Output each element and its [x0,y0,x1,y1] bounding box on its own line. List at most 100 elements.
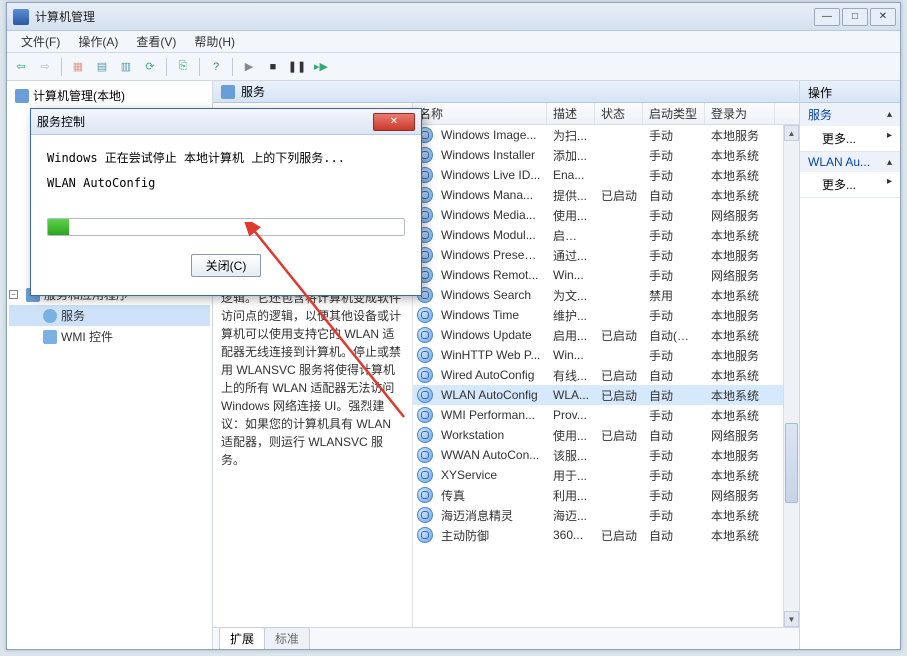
column-status[interactable]: 状态 [595,103,643,124]
minimize-button[interactable]: — [814,8,840,26]
service-name: Windows Update [435,328,547,342]
tree-node-services[interactable]: 服务 [9,305,210,326]
computer-icon [15,89,29,103]
toolbar-icon[interactable]: ▦ [68,57,88,77]
service-row[interactable]: Windows Search为文...禁用本地系统 [413,285,783,305]
menu-file[interactable]: 文件(F) [13,31,68,52]
tab-standard[interactable]: 标准 [264,627,310,649]
service-row[interactable]: Wired AutoConfig有线...已启动自动本地系统 [413,365,783,385]
service-startup: 手动 [643,487,705,504]
service-icon [417,407,433,423]
service-row[interactable]: Windows Time维护...手动本地服务 [413,305,783,325]
progress-bar [47,218,405,236]
service-row[interactable]: Windows Modul...启用 ...手动本地系统 [413,225,783,245]
toolbar-icon[interactable]: ▥ [116,57,136,77]
scroll-thumb[interactable] [785,423,798,503]
stop-icon[interactable]: ■ [263,57,283,77]
pause-icon[interactable]: ❚❚ [287,57,307,77]
service-name: Wired AutoConfig [435,368,547,382]
progress-fill [48,219,69,235]
tree-root[interactable]: 计算机管理(本地) [9,85,210,106]
service-status: 已启动 [595,427,643,444]
service-row[interactable]: WinHTTP Web P...Win...手动本地服务 [413,345,783,365]
refresh-icon[interactable]: ⟳ [140,57,160,77]
tree-node-wmi[interactable]: WMI 控件 [9,326,210,347]
actions-section-services[interactable]: 服务 ▴ [800,103,900,126]
service-login: 本地服务 [705,247,775,264]
menu-action[interactable]: 操作(A) [70,31,126,52]
toolbar-icon[interactable]: ▤ [92,57,112,77]
service-row[interactable]: Windows Live ID...Ena...手动本地系统 [413,165,783,185]
service-startup: 手动 [643,467,705,484]
dialog-close-btn[interactable]: 关闭(C) [191,254,262,277]
list-body[interactable]: Windows Image...为扫...手动本地服务Windows Insta… [413,125,783,627]
service-row[interactable]: Windows Presen...通过...手动本地服务 [413,245,783,265]
help-icon[interactable]: ? [206,57,226,77]
forward-button[interactable]: ⇨ [35,57,55,77]
menubar: 文件(F) 操作(A) 查看(V) 帮助(H) [7,31,900,53]
service-row[interactable]: 主动防御360...已启动自动本地系统 [413,525,783,545]
service-icon [417,487,433,503]
scroll-up-icon[interactable]: ▲ [784,125,799,141]
service-row[interactable]: Windows Image...为扫...手动本地服务 [413,125,783,145]
scrollbar[interactable]: ▲ ▼ [783,125,799,627]
actions-more[interactable]: 更多... ▸ [800,126,900,151]
service-startup: 自动 [643,387,705,404]
actions-section-wlan[interactable]: WLAN Au... ▴ [800,152,900,172]
gear-icon [43,309,57,323]
service-startup: 手动 [643,247,705,264]
service-desc: 添加... [547,147,595,164]
restart-icon[interactable]: ▸▶ [311,57,331,77]
service-icon [417,327,433,343]
service-name: 主动防御 [435,527,547,544]
service-login: 本地系统 [705,147,775,164]
service-row[interactable]: Windows Media...使用...手动网络服务 [413,205,783,225]
column-login[interactable]: 登录为 [705,103,775,124]
service-row[interactable]: Windows Remot...Win...手动网络服务 [413,265,783,285]
scroll-down-icon[interactable]: ▼ [784,611,799,627]
service-row[interactable]: 海迈消息精灵海迈...手动本地系统 [413,505,783,525]
service-name: Windows Image... [435,128,547,142]
service-name: Windows Search [435,288,547,302]
tab-extended[interactable]: 扩展 [219,627,265,649]
service-row[interactable]: WWAN AutoCon...该服...手动本地服务 [413,445,783,465]
service-startup: 手动 [643,127,705,144]
column-name[interactable]: 名称 [413,103,547,124]
service-row[interactable]: Windows Mana...提供...已启动自动本地系统 [413,185,783,205]
service-row[interactable]: 传真利用...手动网络服务 [413,485,783,505]
titlebar[interactable]: 计算机管理 — □ ✕ [7,3,900,31]
column-desc[interactable]: 描述 [547,103,595,124]
service-row[interactable]: WMI Performan...Prov...手动本地系统 [413,405,783,425]
service-desc: 提供... [547,187,595,204]
tree-root-label: 计算机管理(本地) [33,87,125,104]
service-startup: 手动 [643,507,705,524]
service-row[interactable]: XYService用于...手动本地系统 [413,465,783,485]
service-name: WMI Performan... [435,408,547,422]
menu-view[interactable]: 查看(V) [128,31,184,52]
dialog-title: 服务控制 [37,113,373,130]
maximize-button[interactable]: □ [842,8,868,26]
collapse-icon[interactable]: − [9,290,18,299]
dialog-titlebar[interactable]: 服务控制 ✕ [31,109,421,135]
actions-item-label: 更多... [822,178,856,192]
service-row[interactable]: Windows Update启用...已启动自动(延迟...本地系统 [413,325,783,345]
dialog-close-button[interactable]: ✕ [373,113,415,131]
scroll-track[interactable] [784,141,799,611]
column-startup[interactable]: 启动类型 [643,103,705,124]
close-button[interactable]: ✕ [870,8,896,26]
back-button[interactable]: ⇦ [11,57,31,77]
service-desc: Ena... [547,168,595,182]
service-row[interactable]: Workstation使用...已启动自动网络服务 [413,425,783,445]
service-desc: Win... [547,348,595,362]
play-icon[interactable]: ▶ [239,57,259,77]
service-row[interactable]: Windows Installer添加...手动本地系统 [413,145,783,165]
menu-help[interactable]: 帮助(H) [186,31,243,52]
actions-more[interactable]: 更多... ▸ [800,172,900,197]
service-login: 本地系统 [705,407,775,424]
service-startup: 手动 [643,307,705,324]
service-login: 本地系统 [705,327,775,344]
service-control-dialog: 服务控制 ✕ Windows 正在尝试停止 本地计算机 上的下列服务... WL… [30,108,422,296]
service-row[interactable]: WLAN AutoConfigWLA...已启动自动本地系统 [413,385,783,405]
export-icon[interactable]: ⎘ [173,57,193,77]
center-title: 服务 [241,83,265,100]
